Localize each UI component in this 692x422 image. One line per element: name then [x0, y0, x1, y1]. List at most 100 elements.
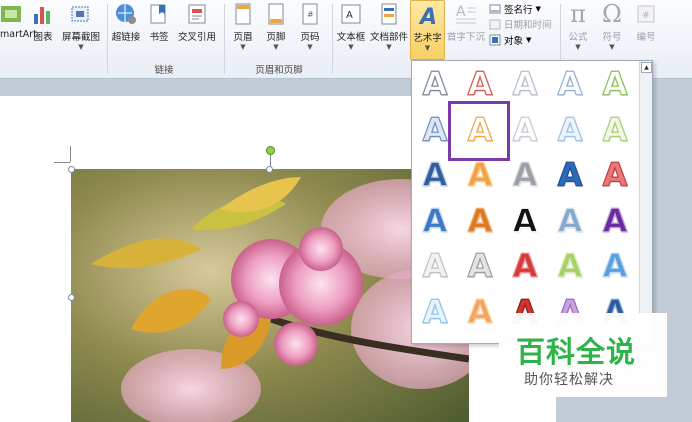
gallery-scrollbar[interactable]: ▲ [639, 61, 652, 343]
header-footer-group-label: 页眉和页脚 [255, 65, 303, 76]
wordart-letter: A [602, 247, 628, 285]
selected-style-frame [448, 100, 510, 161]
wordart-style-option[interactable]: A [461, 247, 499, 285]
wordart-letter: A [557, 201, 583, 240]
textbox-button[interactable]: A 文本框 ▼ [335, 2, 367, 52]
symbol-button[interactable]: Ω 符号 ▼ [597, 2, 627, 52]
wordart-label: 艺术字 [413, 33, 442, 44]
wordart-style-option[interactable]: A [506, 247, 544, 285]
footer-button[interactable]: 页脚 ▼ [262, 2, 290, 52]
wordart-button[interactable]: A 艺术字 ▼ [410, 0, 445, 60]
crossref-button[interactable]: 交叉引用 [176, 2, 218, 43]
wordart-style-option[interactable]: A [416, 65, 454, 103]
group-separator [224, 4, 225, 74]
svg-text:A: A [346, 10, 353, 21]
wordart-style-option[interactable]: A [461, 156, 499, 194]
screenshot-button[interactable]: 屏幕截图 ▼ [58, 2, 104, 52]
page-number-button[interactable]: # 页码 ▼ [296, 2, 324, 52]
object-label: 对象 [504, 36, 524, 47]
wordart-letter: A [422, 110, 448, 149]
dropdown-arrow-icon: ▼ [240, 43, 246, 51]
wordart-letter: A [512, 201, 538, 240]
wordart-style-option[interactable]: A [506, 156, 544, 194]
wordart-style-option[interactable]: A [461, 202, 499, 240]
watermark-title: 百科全说 [516, 335, 637, 369]
group-separator [332, 4, 333, 74]
wordart-style-option[interactable]: A [551, 156, 589, 194]
numbering-button[interactable]: # 编号 [631, 2, 661, 43]
dropdown-arrow-icon: ▼ [575, 43, 581, 51]
wordart-style-option[interactable]: A [596, 156, 634, 194]
bookmark-label: 书签 [149, 32, 169, 43]
wordart-style-option[interactable]: A [551, 247, 589, 285]
bookmark-button[interactable]: 书签 [145, 2, 173, 43]
chart-label: 图表 [33, 32, 53, 43]
wordart-letter: A [557, 65, 583, 103]
wordart-style-option[interactable]: A [596, 65, 634, 103]
wordart-letter: A [467, 292, 493, 331]
datetime-label: 日期和时间 [504, 20, 552, 31]
page-number-label: 页码 [300, 32, 320, 43]
wordart-style-option[interactable]: A [416, 156, 454, 194]
watermark-subtitle: 助你轻松解决 [524, 372, 614, 388]
wordart-style-option[interactable]: A [551, 65, 589, 103]
wordart-icon: A [418, 5, 437, 27]
dropcap-label: 首字下沉 [446, 32, 485, 43]
wordart-letter: A [512, 156, 538, 194]
dropcap-button[interactable]: A 首字下沉 [446, 2, 486, 43]
object-button[interactable]: 对象 ▼ [489, 33, 531, 47]
wordart-style-option[interactable]: A [506, 202, 544, 240]
scroll-up-icon[interactable]: ▲ [641, 62, 652, 73]
signature-icon [489, 4, 501, 14]
dropdown-arrow-icon: ▼ [307, 43, 313, 51]
wordart-style-option[interactable]: A [506, 111, 544, 149]
wordart-style-option[interactable]: A [596, 202, 634, 240]
page-number-icon: # [302, 3, 318, 25]
equation-label: 公式 [568, 32, 588, 43]
header-button[interactable]: 页眉 ▼ [229, 2, 257, 52]
quickparts-button[interactable]: 文档部件 ▼ [369, 2, 409, 52]
wordart-letter: A [557, 110, 583, 149]
wordart-style-option[interactable]: A [416, 247, 454, 285]
wordart-letter: A [602, 110, 628, 149]
wordart-letter: A [422, 65, 448, 103]
equation-button[interactable]: π 公式 ▼ [563, 2, 593, 52]
hyperlink-button[interactable]: 超链接 [110, 2, 142, 43]
datetime-button[interactable]: 日期和时间 [489, 17, 552, 31]
signature-line-button[interactable]: 签名行 ▼ [489, 2, 541, 16]
page-corner-mark [54, 162, 70, 163]
wordart-style-option[interactable]: A [461, 293, 499, 331]
links-group-label: 链接 [154, 65, 174, 76]
inserted-picture[interactable] [71, 169, 469, 422]
wordart-style-option[interactable]: A [551, 111, 589, 149]
resize-handle[interactable] [68, 294, 75, 301]
header-label: 页眉 [233, 32, 253, 43]
smartart-button[interactable]: SmartArt [0, 2, 37, 40]
wordart-style-option[interactable]: A [551, 202, 589, 240]
wordart-letter: A [422, 201, 448, 240]
wordart-letter: A [602, 65, 628, 103]
wordart-letter: A [422, 247, 448, 285]
wordart-style-option[interactable]: A [461, 65, 499, 103]
resize-handle[interactable] [68, 166, 75, 173]
wordart-style-option[interactable]: A [596, 247, 634, 285]
cross-reference-icon [188, 4, 206, 24]
wordart-letter: A [602, 156, 628, 194]
wordart-style-option[interactable]: A [416, 202, 454, 240]
hyperlink-label: 超链接 [111, 32, 141, 43]
symbol-label: 符号 [602, 32, 622, 43]
wordart-letter: A [602, 201, 628, 240]
globe-link-icon [116, 4, 136, 24]
quickparts-icon [381, 3, 397, 25]
footer-label: 页脚 [266, 32, 286, 43]
numbering-icon: # [637, 5, 655, 23]
wordart-style-option[interactable]: A [506, 65, 544, 103]
chart-button[interactable]: 图表 [31, 2, 55, 43]
numbering-label: 编号 [636, 32, 656, 43]
rotation-handle[interactable] [266, 146, 275, 155]
group-separator [107, 4, 108, 74]
resize-handle[interactable] [266, 166, 273, 173]
wordart-style-option[interactable]: A [416, 293, 454, 331]
dropdown-arrow-icon: ▼ [78, 43, 84, 51]
wordart-style-option[interactable]: A [596, 111, 634, 149]
